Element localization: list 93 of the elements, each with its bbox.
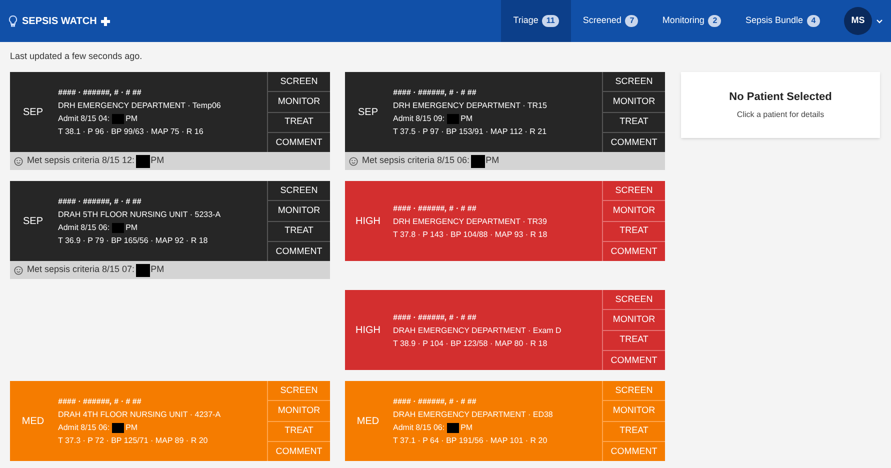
admit-meridiem: PM [126,113,138,125]
risk-label: SEP [22,214,43,228]
smiley-icon [14,266,23,274]
action-button[interactable]: MONITOR [603,200,665,220]
admit-time: Admit 8/15 06: [393,422,445,434]
criteria-meridiem: PM [150,263,164,276]
user-avatar[interactable]: MS [844,7,872,35]
criteria-meridiem: PM [150,154,164,168]
redaction-block [112,422,124,432]
patient-id: #### · ######, # · # ## [58,87,142,99]
patient-card[interactable]: HIGH #### · ######, # · # ## DRH EMERGENCY DEPARTMENT · TR39 T 37.8 · P 143 · BP 104/88 · MAP 93 · R 18 SCREEN MONITOR TREAT COMMENT [345,181,665,261]
risk-label: SEP [358,106,378,120]
action-button[interactable]: COMMENT [603,350,665,370]
action-button[interactable]: MONITOR [603,309,665,330]
vitals-text: T 38.1 · P 96 · BP 99/63 · MAP 75 · R 16 [58,126,204,138]
smiley-icon [14,156,23,166]
patient-location: DRAH 4TH FLOOR NURSING UNIT · 4237-A [58,409,222,421]
patient-location: DRH EMERGENCY DEPARTMENT · TR15 [393,100,548,112]
admit-time: Admit 8/15 04: [58,113,110,125]
criteria-meridiem: PM [486,154,500,168]
action-button[interactable]: TREAT [603,220,665,241]
action-button[interactable]: SCREEN [268,181,330,200]
patient-location: DRAH 5TH FLOOR NURSING UNIT · 5233-A [58,209,222,221]
patient-id: #### · ######, # · # ## [58,396,142,408]
patient-location: DRAH EMERGENCY DEPARTMENT · Exam D [393,324,562,336]
risk-label: HIGH [356,214,380,228]
patient-id: #### · ######, # · # ## [393,202,478,214]
nav-tab[interactable]: Monitoring 2 [650,0,734,42]
admit-time: Admit 8/15 06: [58,422,110,434]
redaction-block [136,264,150,276]
admit-time: Admit 8/15 06: [58,222,110,234]
action-button[interactable]: MONITOR [268,200,330,220]
nav-tab[interactable]: Triage 11 [501,0,571,42]
detail-hint: Click a patient for details [736,109,824,122]
nav-tab[interactable]: Sepsis Bundle 4 [733,0,832,42]
admit-meridiem: PM [460,422,473,434]
risk-label: HIGH [356,324,380,338]
smiley-icon [349,156,358,166]
patient-card[interactable]: SEP #### · ######, # · # ## DRAH 5TH FLOOR NURSING UNIT · 5233-A Admit 8/15 06: PM T 36.9 · P 79 · BP 165/56 · MAP 92 · R 18 SCREEN MONITOR TREAT COMMENT [10,181,330,261]
admit-time: Admit 8/15 09: [393,113,445,125]
last-updated-text: Last updated a few seconds ago. [10,50,144,63]
redaction-block [136,154,150,168]
vitals-text: T 38.9 · P 104 · BP 123/58 · MAP 80 · R 18 [393,338,548,350]
criteria-text: Met sepsis criteria 8/15 12: [27,154,135,168]
risk-label: SEP [22,106,43,120]
vitals-text: T 37.3 · P 72 · BP 125/71 · MAP 89 · R 20 [58,435,209,447]
plus-icon [100,16,110,26]
app-title: SEPSIS WATCH [22,14,97,28]
action-button[interactable]: TREAT [268,220,330,241]
action-button[interactable]: MONITOR [268,91,330,112]
vitals-text: T 37.5 · P 97 · BP 153/91 · MAP 112 · R 21 [393,126,548,138]
action-button[interactable]: SCREEN [268,72,330,92]
admit-meridiem: PM [460,113,473,125]
action-button[interactable]: TREAT [268,112,330,132]
patient-card[interactable]: HIGH #### · ######, # · # ## DRAH EMERGENCY DEPARTMENT · Exam D T 38.9 · P 104 · BP 123/58 · MAP 80 · R 18 SCREEN MONITOR TREAT COMMENT [345,290,665,370]
action-button[interactable]: SCREEN [603,72,665,92]
action-button[interactable]: SCREEN [603,290,665,310]
redaction-block [470,154,485,168]
action-button[interactable]: TREAT [603,112,665,132]
count-badge: 11 [542,15,559,27]
action-button[interactable]: TREAT [603,330,665,350]
lightbulb-icon [8,14,18,28]
count-badge: 2 [708,15,722,27]
nav-tab[interactable]: Screened 7 [570,0,650,42]
detail-title: No Patient Selected [729,90,832,105]
patient-id: #### · ######, # · # ## [393,87,478,99]
action-button[interactable]: SCREEN [603,181,665,200]
criteria-text: Met sepsis criteria 8/15 07: [27,263,135,276]
chevron-down-icon[interactable] [876,18,883,24]
patient-id: #### · ######, # · # ## [393,396,478,408]
admit-meridiem: PM [126,222,138,234]
patient-card[interactable]: SEP #### · ######, # · # ## DRH EMERGENCY DEPARTMENT · Temp06 Admit 8/15 04: PM T 38.1 · P 96 · BP 99/63 · MAP 75 · R 16 SCREEN MONITOR TREAT COMMENT [10,72,330,152]
admit-meridiem: PM [126,422,138,434]
patient-id: #### · ######, # · # ## [58,196,142,208]
redaction-block [446,114,459,124]
patient-id: #### · ######, # · # ## [393,312,478,324]
redaction-block [446,422,459,432]
redaction-block [112,222,124,232]
patient-location: DRH EMERGENCY DEPARTMENT · Temp06 [58,100,222,112]
vitals-text: T 37.1 · P 64 · BP 191/56 · MAP 101 · R 20 [393,435,548,447]
action-button[interactable]: MONITOR [603,91,665,112]
patient-location: DRH EMERGENCY DEPARTMENT · TR39 [393,216,548,228]
action-button[interactable]: COMMENT [603,240,665,261]
count-badge: 4 [807,15,820,27]
patient-card[interactable]: SEP #### · ######, # · # ## DRH EMERGENCY DEPARTMENT · TR15 Admit 8/15 09: PM T 37.5 · P 97 · BP 153/91 · MAP 112 · R 21 SCREEN MONITOR TREAT COMMENT [345,72,665,152]
patient-location: DRAH EMERGENCY DEPARTMENT · ED38 [393,409,554,421]
risk-label: MED [22,414,44,428]
redaction-block [112,114,124,124]
vitals-text: T 36.9 · P 79 · BP 165/56 · MAP 92 · R 18 [58,235,209,247]
vitals-text: T 37.8 · P 143 · BP 104/88 · MAP 93 · R 18 [393,228,548,240]
criteria-text: Met sepsis criteria 8/15 06: [362,154,470,168]
count-badge: 7 [625,15,638,27]
risk-label: MED [356,414,380,428]
